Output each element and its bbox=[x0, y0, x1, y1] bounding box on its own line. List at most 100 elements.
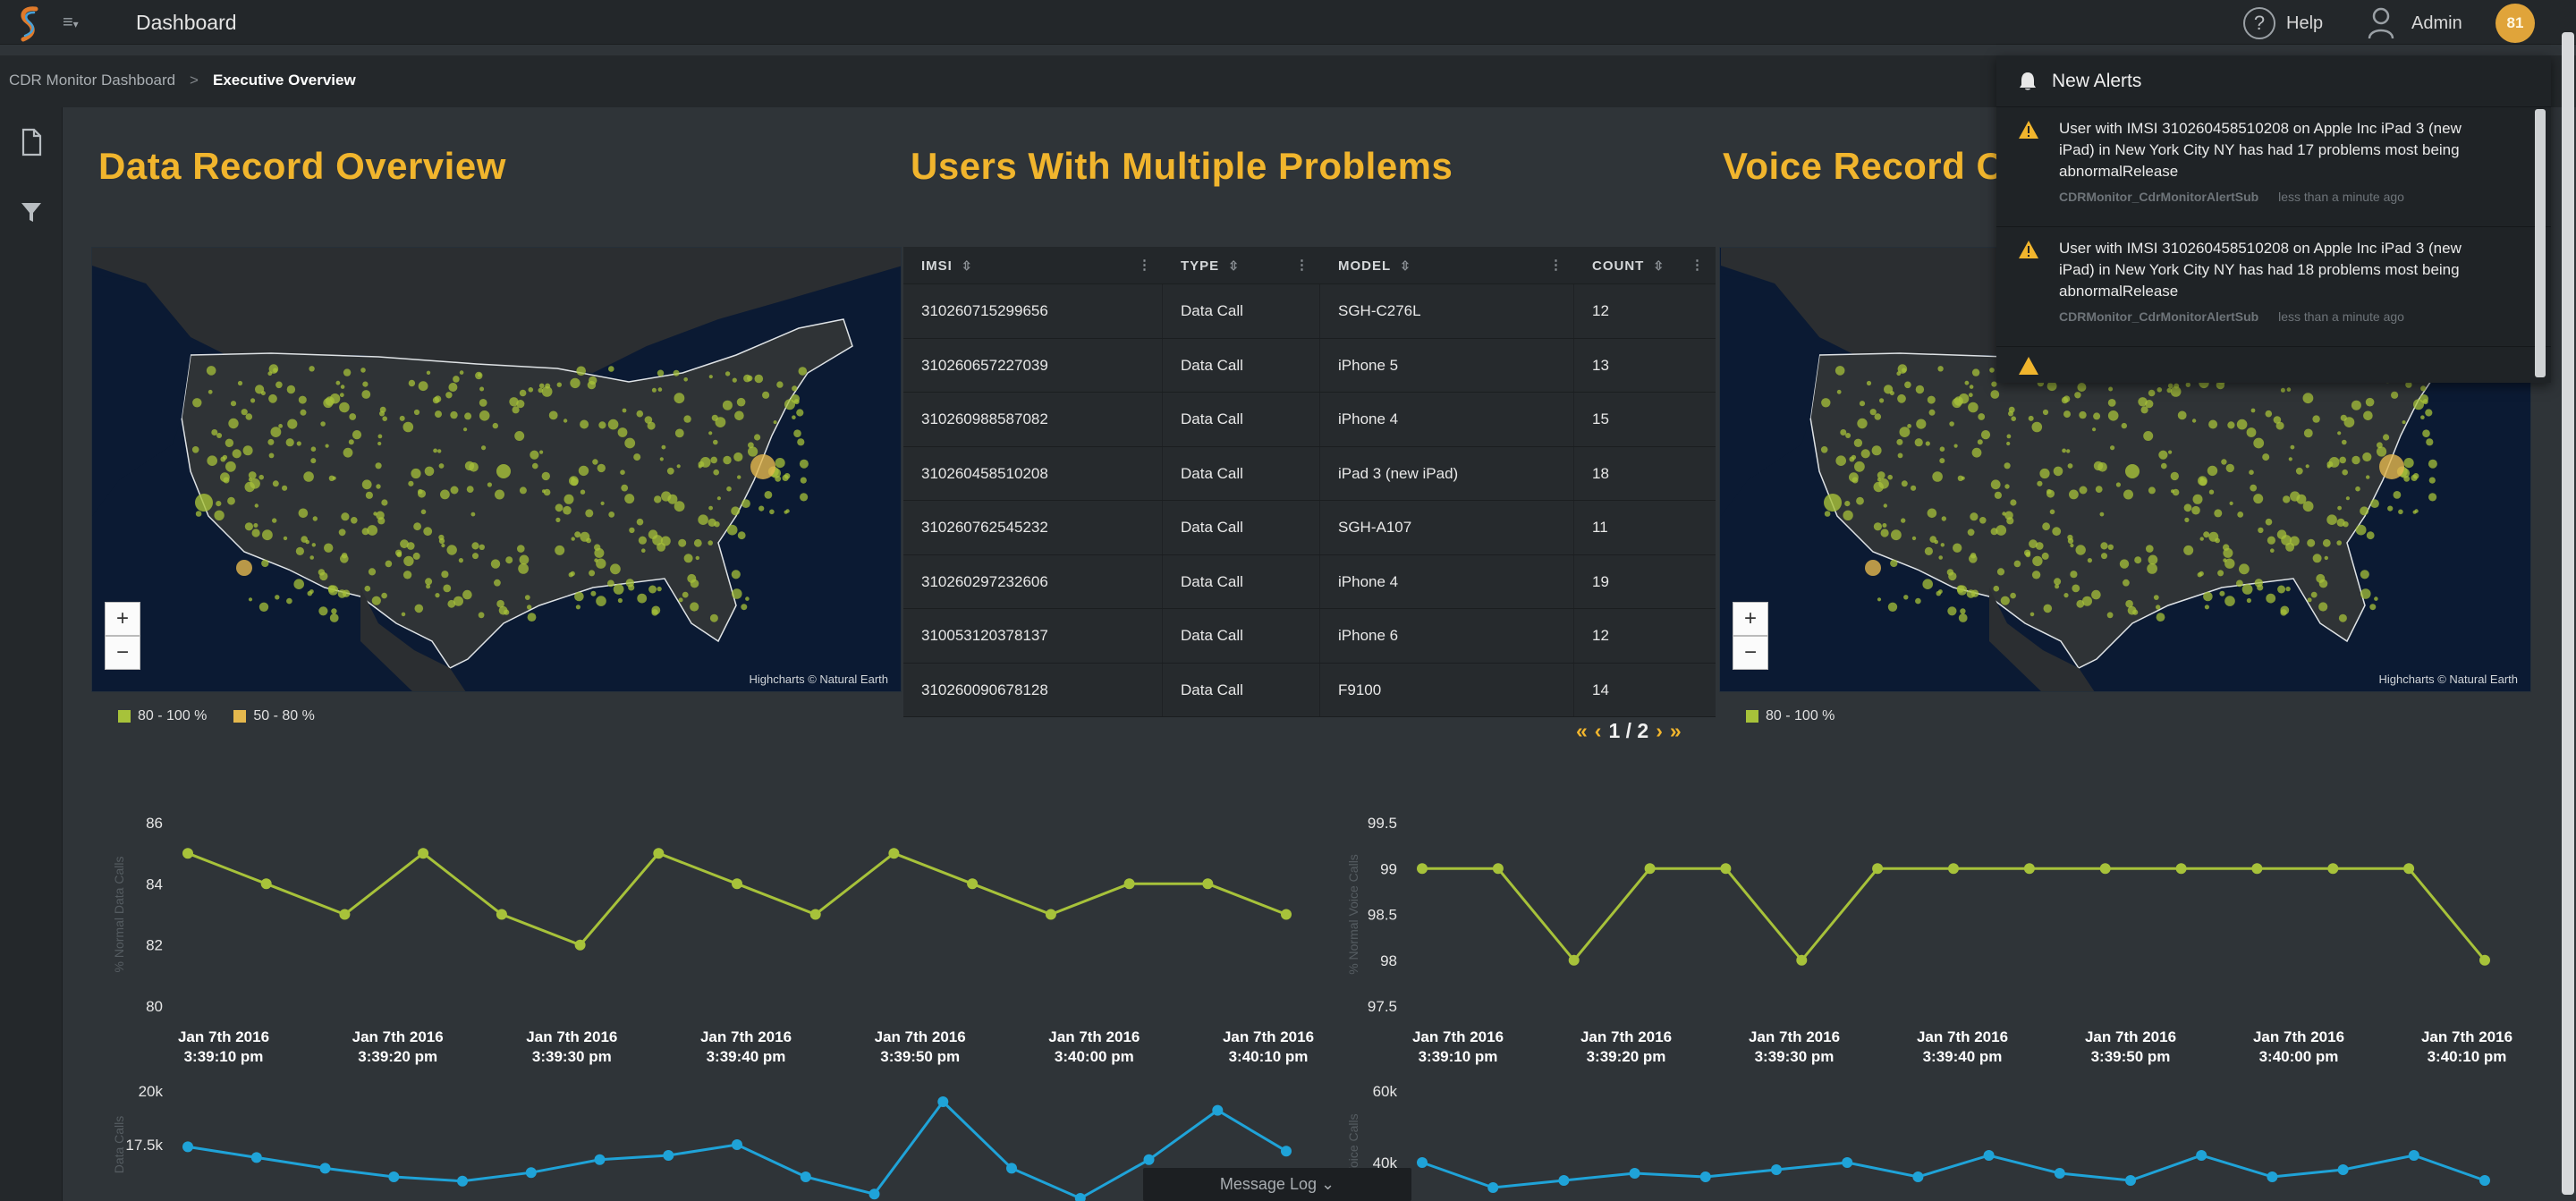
map-bubble[interactable] bbox=[343, 447, 353, 458]
map-bubble[interactable] bbox=[2379, 454, 2404, 479]
map-bubble[interactable] bbox=[343, 368, 352, 376]
map-bubble[interactable] bbox=[2265, 410, 2273, 418]
map-bubble[interactable] bbox=[2420, 415, 2425, 419]
map-bubble[interactable] bbox=[245, 413, 253, 420]
map-bubble[interactable] bbox=[598, 421, 606, 429]
map-bubble[interactable] bbox=[570, 377, 580, 389]
prev-page-button[interactable]: ‹ bbox=[1595, 719, 1602, 743]
column-menu-icon[interactable]: ⋮ bbox=[1690, 247, 1705, 284]
map-bubble[interactable] bbox=[2052, 527, 2062, 537]
map-bubble[interactable] bbox=[2275, 421, 2284, 430]
map-bubble[interactable] bbox=[2236, 579, 2243, 588]
map-bubble[interactable] bbox=[2075, 545, 2086, 555]
data-point[interactable] bbox=[496, 909, 507, 920]
map-bubble[interactable] bbox=[413, 409, 420, 416]
data-point[interactable] bbox=[182, 848, 193, 859]
map-bubble[interactable] bbox=[2290, 491, 2301, 502]
map-bubble[interactable] bbox=[674, 428, 684, 438]
map-bubble[interactable] bbox=[683, 377, 688, 382]
data-point[interactable] bbox=[1143, 1154, 1155, 1165]
map-bubble[interactable] bbox=[408, 480, 414, 486]
map-bubble[interactable] bbox=[1996, 568, 2005, 576]
map-bubble[interactable] bbox=[1927, 395, 1936, 404]
map-bubble[interactable] bbox=[624, 437, 636, 449]
map-bubble[interactable] bbox=[2054, 578, 2062, 586]
admin-menu[interactable]: Admin bbox=[2367, 5, 2462, 41]
map-bubble[interactable] bbox=[424, 466, 435, 477]
map-bubble[interactable] bbox=[251, 529, 260, 537]
map-bubble[interactable] bbox=[472, 553, 479, 560]
map-bubble[interactable] bbox=[732, 377, 737, 383]
map-bubble[interactable] bbox=[695, 555, 699, 561]
hamburger-icon[interactable]: ≡▾ bbox=[63, 13, 100, 32]
map-bubble[interactable] bbox=[637, 593, 648, 604]
map-bubble[interactable] bbox=[661, 491, 672, 502]
map-bubble[interactable] bbox=[278, 424, 283, 428]
map-bubble[interactable] bbox=[2053, 466, 2063, 477]
map-bubble[interactable] bbox=[379, 410, 385, 417]
map-bubble[interactable] bbox=[2168, 450, 2173, 454]
map-bubble[interactable] bbox=[797, 438, 805, 446]
map-bubble[interactable] bbox=[2166, 387, 2173, 393]
map-bubble[interactable] bbox=[2258, 527, 2264, 534]
map-bubble[interactable] bbox=[1952, 398, 1962, 409]
map-bubble[interactable] bbox=[1873, 481, 1884, 493]
map-bubble[interactable] bbox=[400, 539, 409, 549]
map-bubble[interactable] bbox=[528, 387, 534, 393]
map-bubble[interactable] bbox=[466, 486, 474, 493]
map-bubble[interactable] bbox=[2110, 445, 2115, 451]
map-bubble[interactable] bbox=[2004, 462, 2011, 469]
map-bubble[interactable] bbox=[2092, 427, 2097, 432]
map-bubble[interactable] bbox=[2214, 509, 2223, 518]
map-bubble[interactable] bbox=[1911, 536, 1917, 541]
map-bubble[interactable] bbox=[2037, 480, 2043, 486]
map-bubble[interactable] bbox=[2143, 431, 2154, 441]
map-bubble[interactable] bbox=[381, 499, 388, 506]
map-bubble[interactable] bbox=[2425, 409, 2433, 417]
map-bubble[interactable] bbox=[2046, 488, 2052, 495]
map-bubble[interactable] bbox=[1971, 447, 1982, 458]
map-bubble[interactable] bbox=[514, 431, 525, 441]
map-bubble[interactable] bbox=[723, 455, 732, 465]
map-bubble[interactable] bbox=[2241, 584, 2253, 595]
map-bubble[interactable] bbox=[2067, 534, 2073, 541]
map-bubble[interactable] bbox=[2413, 399, 2424, 410]
map-bubble[interactable] bbox=[519, 554, 530, 565]
map-bubble[interactable] bbox=[745, 596, 750, 601]
map-bubble[interactable] bbox=[479, 410, 490, 421]
map-bubble[interactable] bbox=[435, 410, 442, 419]
map-bubble[interactable] bbox=[624, 494, 635, 504]
data-point[interactable] bbox=[319, 1163, 331, 1174]
data-point[interactable] bbox=[574, 939, 586, 951]
map-bubble[interactable] bbox=[2191, 419, 2197, 423]
map-bubble[interactable] bbox=[613, 584, 624, 595]
map-bubble[interactable] bbox=[312, 516, 318, 521]
map-bubble[interactable] bbox=[2167, 383, 2174, 389]
map-bubble[interactable] bbox=[479, 386, 485, 392]
map-bubble[interactable] bbox=[2061, 396, 2069, 404]
map-bubble[interactable] bbox=[2362, 452, 2372, 462]
map-bubble[interactable] bbox=[652, 535, 663, 546]
map-bubble[interactable] bbox=[443, 584, 452, 593]
map-bubble[interactable] bbox=[418, 381, 428, 392]
data-point[interactable] bbox=[663, 1150, 674, 1161]
map-bubble[interactable] bbox=[2108, 386, 2114, 392]
data-point[interactable] bbox=[1487, 1182, 1499, 1193]
map-bubble[interactable] bbox=[2107, 410, 2119, 421]
map-bubble[interactable] bbox=[414, 604, 424, 613]
map-bubble[interactable] bbox=[2262, 453, 2270, 461]
map-bubble[interactable] bbox=[401, 612, 406, 617]
map-bubble[interactable] bbox=[339, 402, 350, 413]
map-bubble[interactable] bbox=[282, 485, 288, 491]
data-point[interactable] bbox=[2337, 1164, 2349, 1175]
data-point[interactable] bbox=[2054, 1168, 2065, 1179]
data-point[interactable] bbox=[1872, 863, 1884, 875]
map-bubble[interactable] bbox=[262, 529, 273, 541]
alert-item[interactable]: User with IMSI 310260458510208 on Apple … bbox=[1996, 227, 2551, 347]
map-bubble[interactable] bbox=[272, 480, 279, 487]
map-bubble[interactable] bbox=[2253, 437, 2265, 449]
map-bubble[interactable] bbox=[1865, 560, 1881, 576]
map-bubble[interactable] bbox=[420, 509, 427, 515]
data-point[interactable] bbox=[800, 1171, 811, 1182]
map-bubble[interactable] bbox=[254, 503, 258, 508]
